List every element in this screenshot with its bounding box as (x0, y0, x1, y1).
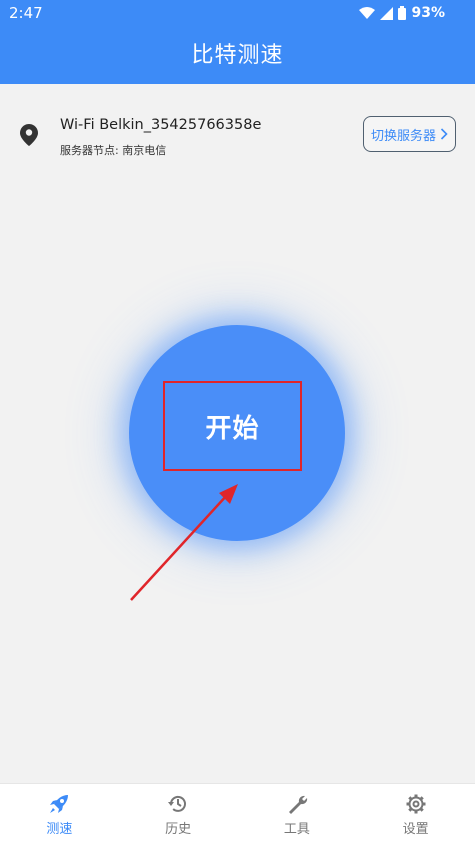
nav-item-speedtest[interactable]: 测速 (0, 784, 119, 845)
bottom-nav: 测速 历史 工具 设置 (0, 783, 475, 845)
history-icon (168, 795, 187, 812)
nav-label-history: 历史 (165, 822, 192, 837)
annotation-arrow (130, 484, 238, 601)
nav-label-speedtest: 测速 (46, 822, 73, 837)
rocket-icon (50, 795, 69, 813)
wrench-icon (288, 795, 308, 814)
nav-item-tools[interactable]: 工具 (238, 784, 357, 845)
nav-item-settings[interactable]: 设置 (356, 784, 475, 845)
nav-label-tools: 工具 (283, 822, 310, 837)
gear-icon (406, 794, 426, 814)
nav-label-settings: 设置 (402, 822, 429, 837)
nav-item-history[interactable]: 历史 (119, 784, 238, 845)
